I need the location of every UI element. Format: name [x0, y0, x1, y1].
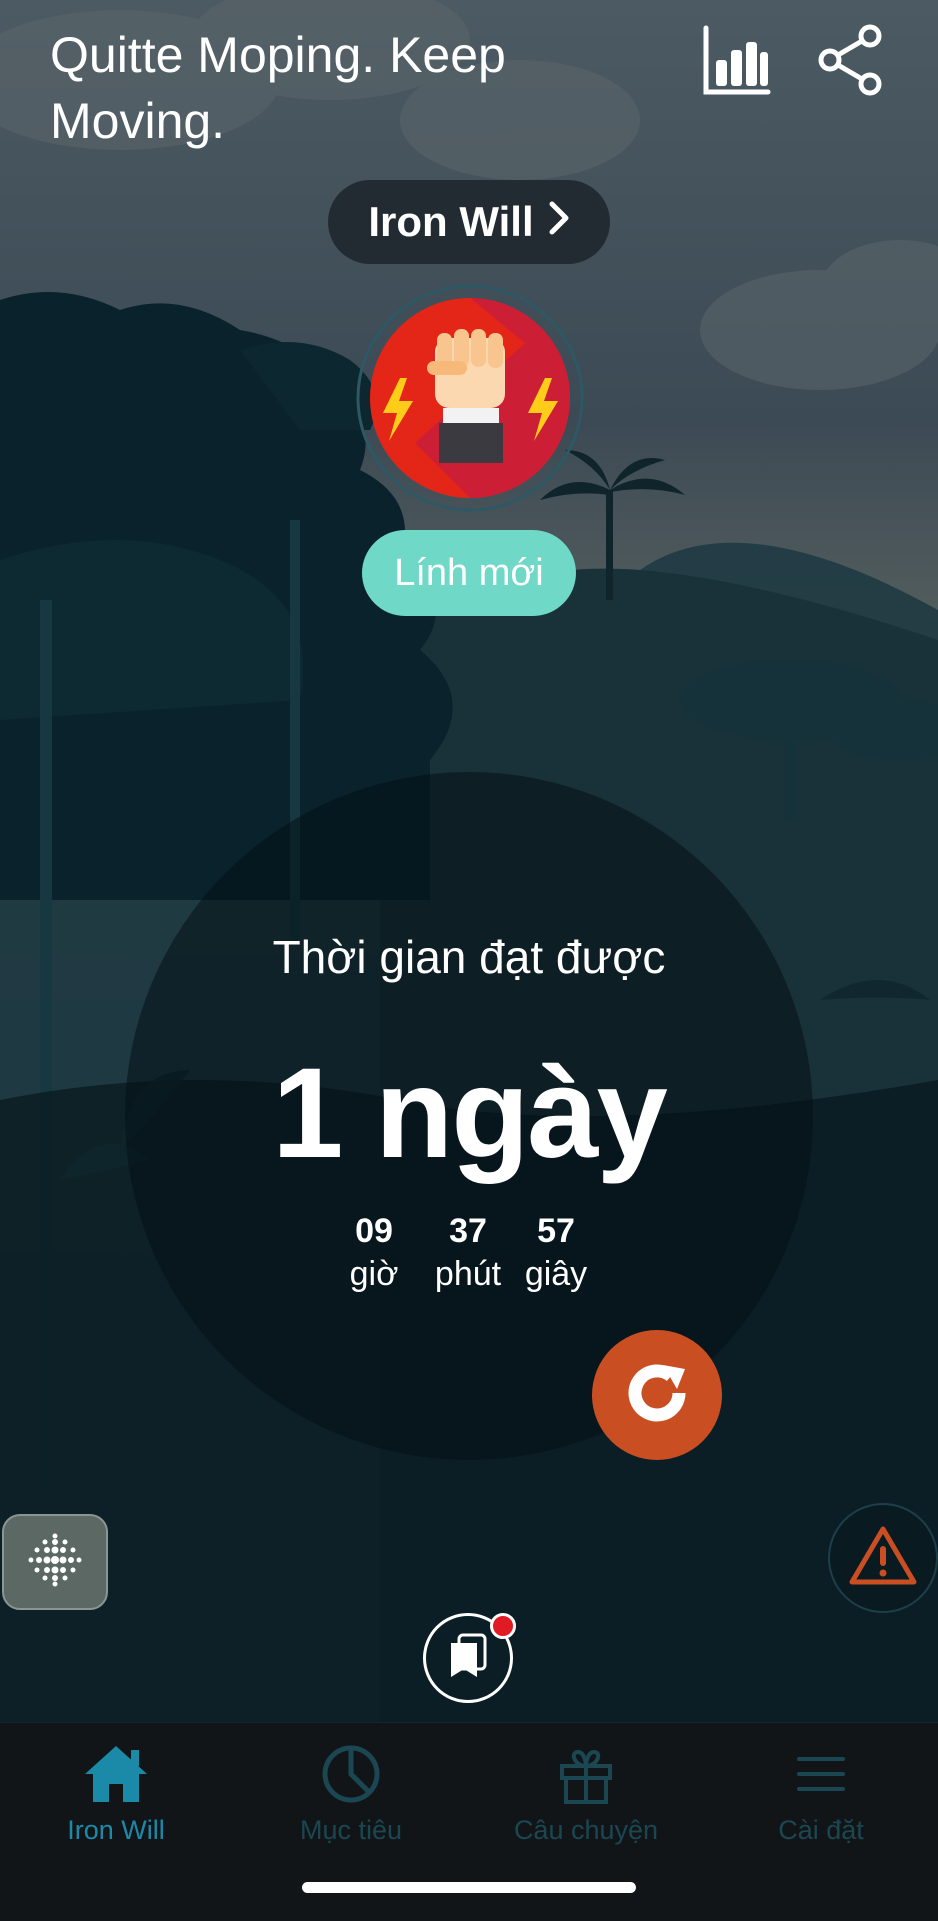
notification-dot	[490, 1613, 516, 1639]
warning-triangle-icon	[848, 1524, 918, 1593]
seconds-counter: 57 giây	[520, 1210, 592, 1296]
stats-chart-icon[interactable]	[696, 20, 776, 100]
raised-fist-lightning-icon[interactable]	[355, 283, 585, 513]
tab-label: Mục tiêu	[299, 1815, 403, 1845]
warning-button[interactable]	[828, 1503, 938, 1613]
hours-value: 09	[355, 1212, 393, 1250]
share-icon[interactable]	[810, 20, 890, 100]
hours-unit: giờ	[349, 1255, 399, 1293]
home-indicator[interactable]	[302, 1882, 636, 1893]
profile-name-label: Iron Will	[368, 198, 534, 245]
achieved-time-label: Thời gian đạt được	[272, 931, 666, 983]
profile-name-button[interactable]: Iron Will	[328, 180, 610, 264]
minutes-unit: phút	[434, 1255, 502, 1293]
breathing-button[interactable]	[2, 1514, 108, 1610]
tab-settings[interactable]: Cài đặt	[706, 1739, 936, 1846]
home-icon	[1, 1739, 231, 1809]
refresh-icon	[619, 1355, 695, 1436]
tab-label: Câu chuyện	[513, 1815, 659, 1845]
tab-iron-will[interactable]: Iron Will	[1, 1739, 231, 1846]
menu-icon	[706, 1739, 936, 1809]
bookmark-cards-icon	[445, 1631, 491, 1686]
rank-badge[interactable]: Lính mới	[362, 530, 576, 616]
rank-label: Lính mới	[394, 551, 544, 594]
gift-icon	[471, 1739, 701, 1809]
tab-label: Cài đặt	[778, 1815, 864, 1845]
chevron-right-icon	[548, 198, 570, 246]
days-counter: 1 ngày	[272, 1042, 668, 1185]
reset-button[interactable]	[592, 1330, 722, 1460]
app-tagline: Quitte Moping. Keep Moving.	[50, 27, 506, 149]
tab-label: Iron Will	[67, 1815, 165, 1845]
dot-grid-icon	[25, 1530, 85, 1595]
tab-goals[interactable]: Mục tiêu	[236, 1739, 466, 1846]
seconds-unit: giây	[524, 1255, 588, 1293]
minutes-counter: 37 phút	[418, 1210, 518, 1296]
minutes-value: 37	[449, 1212, 487, 1250]
hours-counter: 09 giờ	[340, 1210, 408, 1296]
tab-stories[interactable]: Câu chuyện	[471, 1739, 701, 1846]
seconds-value: 57	[537, 1212, 575, 1250]
pie-chart-icon	[236, 1739, 466, 1809]
